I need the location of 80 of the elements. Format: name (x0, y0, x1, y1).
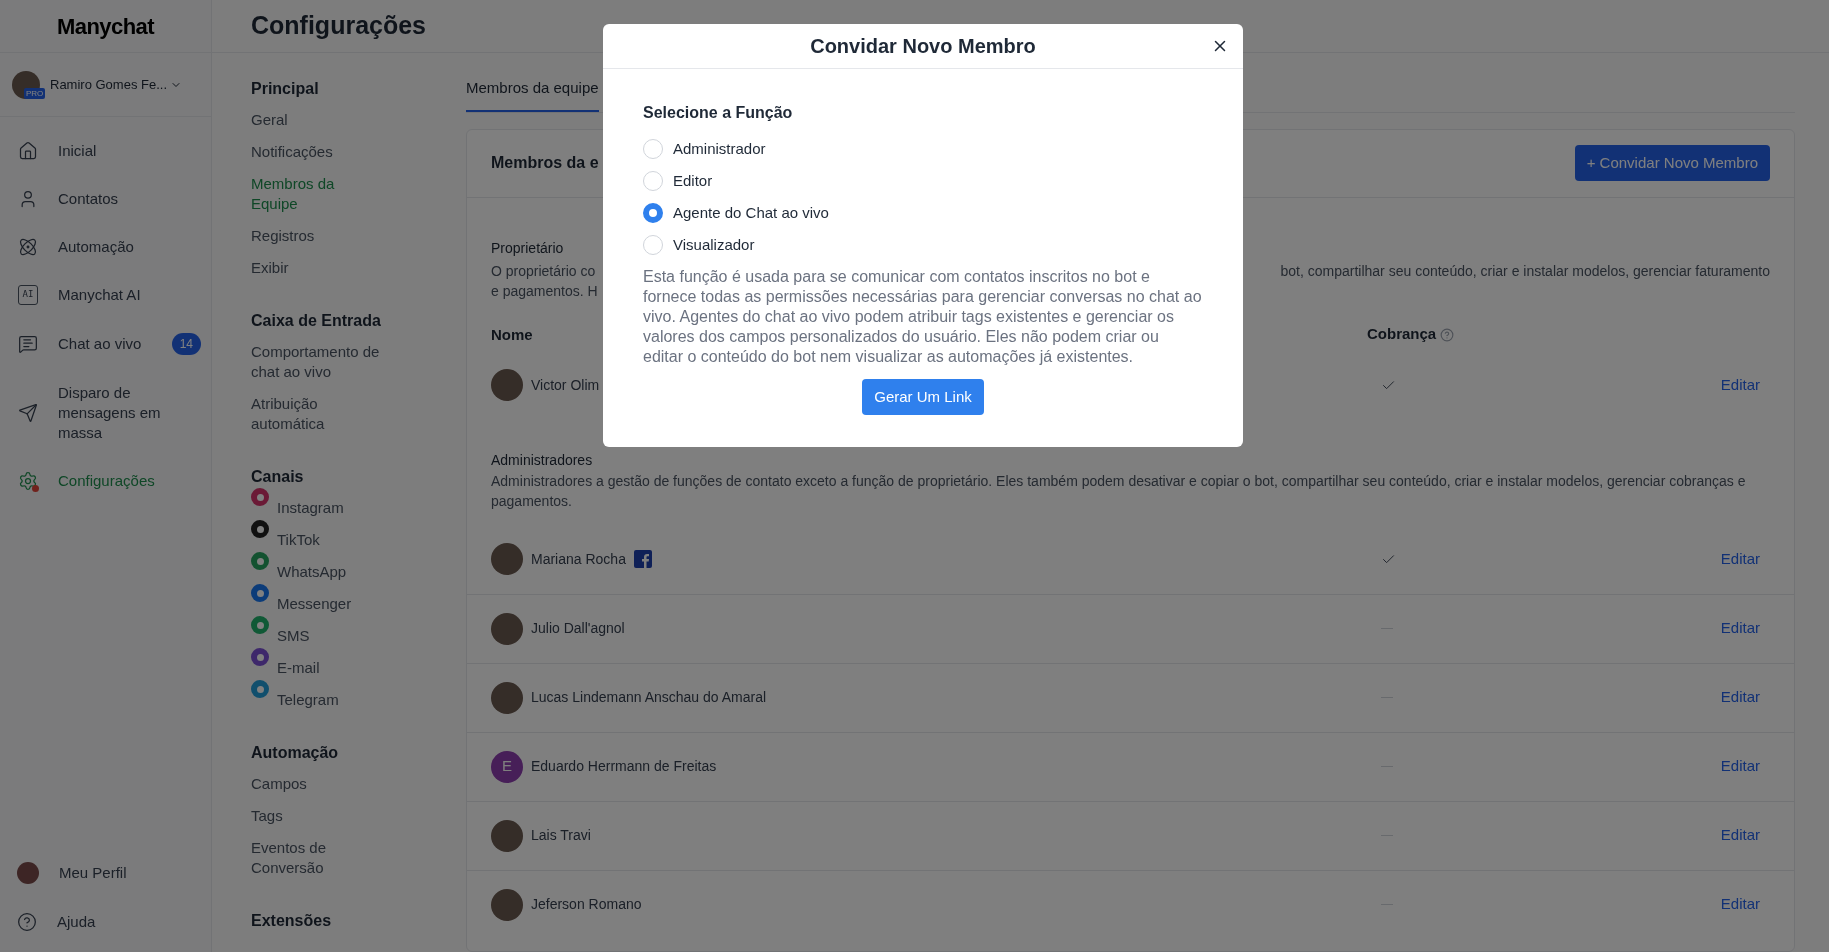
settings-link[interactable]: Tags (251, 803, 381, 829)
nav-item[interactable]: Configurações (0, 457, 211, 505)
section-heading: Principal (251, 79, 320, 99)
settings-link[interactable]: Exibir (251, 255, 381, 281)
avatar: E (491, 750, 523, 783)
description-text: O proprietário co (491, 261, 597, 281)
column-header: Nome (491, 325, 533, 343)
settings-link[interactable]: Telegram (251, 687, 381, 713)
section-heading: Selecione a Função (643, 103, 794, 123)
member-name: Lais Travi (531, 826, 591, 845)
edit-link[interactable]: Editar (1720, 686, 1760, 709)
section-heading: Canais (251, 467, 305, 487)
column-header: Cobrança (1367, 324, 1437, 345)
member-name: Jeferson Romano (531, 895, 642, 914)
nav-item[interactable]: Chat ao vivo 14 (0, 319, 211, 369)
chat-bubble-icon (18, 334, 38, 354)
settings-link[interactable]: Registros (251, 223, 381, 249)
invite-button[interactable]: + Convidar Novo Membro (1574, 145, 1770, 181)
avatar (491, 369, 523, 401)
member-name: Mariana Rocha (531, 549, 626, 569)
settings-link[interactable]: Membros da Equipe (251, 171, 381, 217)
role-option[interactable]: Editor (643, 165, 1203, 197)
avatar (491, 888, 523, 921)
section-heading: Extensões (251, 911, 333, 931)
nav-item[interactable]: Automação (0, 223, 211, 271)
role-option[interactable]: Agente do Chat ao vivo (643, 197, 1203, 229)
nav-item[interactable]: AI Manychat AI (0, 271, 211, 319)
generate-link-button[interactable]: Gerar Um Link (862, 379, 984, 415)
section-heading: Administradores (491, 450, 593, 470)
settings-link[interactable]: Campos (251, 771, 381, 797)
section-heading: Proprietário (491, 238, 564, 258)
section-heading: Automação (251, 743, 340, 763)
help-icon (1440, 327, 1455, 342)
help-icon (17, 911, 37, 932)
edit-link[interactable]: Editar (1720, 373, 1760, 397)
account-switcher[interactable]: Ramiro Gomes Fe... (50, 74, 183, 95)
nav-item[interactable]: Meu Perfil (0, 849, 211, 898)
avatar (491, 819, 523, 852)
home-icon (18, 141, 38, 161)
atom-icon (18, 237, 38, 257)
settings-link[interactable]: Comportamento de chat ao vivo (251, 339, 381, 385)
card-title: Membros da e (491, 153, 599, 173)
plan-badge: PRO (24, 87, 46, 99)
nav-item[interactable]: Contatos (0, 175, 211, 223)
edit-link[interactable]: Editar (1720, 755, 1760, 778)
member-name: Lucas Lindemann Anschau do Amaral (531, 688, 767, 707)
nav-item[interactable]: Ajuda (0, 897, 211, 946)
ai-icon: AI (18, 285, 38, 305)
avatar (491, 543, 523, 575)
description-text: bot, compartilhar seu conteúdo, criar e instalar modelos, gerenciar faturamento (1280, 261, 1770, 281)
edit-link[interactable]: Editar (1720, 824, 1760, 847)
avatar (491, 612, 523, 645)
settings-icon (18, 471, 38, 491)
logo[interactable]: Manychat (56, 9, 155, 43)
settings-link[interactable]: Notificações (251, 139, 381, 165)
role-option[interactable]: Visualizador (643, 229, 1203, 261)
avatar (491, 681, 523, 714)
edit-link[interactable]: Editar (1720, 617, 1760, 640)
role-option[interactable]: Administrador (643, 133, 1203, 165)
paper-plane-icon (18, 403, 38, 423)
nav-item[interactable]: Disparo de mensagens em massa (0, 369, 211, 457)
count-badge: 14 (171, 333, 201, 355)
page-title: Configurações (251, 10, 427, 42)
edit-link[interactable]: Editar (1720, 547, 1760, 571)
description-text: Administradores a gestão de funções de contato exceto a função de proprietário. Eles também podem desativar e copiar o bot, compartilhar seu conteúdo, criar e instalar modelos, gerenciar cobranças e pagamentos. (491, 471, 1747, 511)
member-name: Julio Dall'agnol (531, 619, 625, 638)
tab[interactable]: Membros da equipe (466, 77, 599, 112)
nav-item[interactable]: Inicial (0, 127, 211, 175)
avatar (17, 862, 39, 885)
dialog-title: Convidar Novo Membro (810, 34, 1036, 59)
member-name: Victor Olim (531, 375, 600, 395)
settings-link[interactable]: Eventos de Conversão (251, 835, 381, 881)
section-heading: Caixa de Entrada (251, 311, 382, 331)
role-description: Esta função é usada para se comunicar com contatos inscritos no bot e fornece todas as permissões necessárias para gerenciar conversas no chat ao vivo. Agentes do chat ao vivo podem atribuir tags existentes e gerenciar os valores dos campos personalizados do usuário. Eles não podem criar ou editar o conteúdo do bot nem visualizar as automações já existentes. (643, 267, 1203, 367)
member-name: Eduardo Herrmann de Freitas (531, 757, 717, 776)
edit-link[interactable]: Editar (1720, 893, 1760, 916)
radio-button[interactable] (643, 203, 663, 223)
settings-link[interactable]: Atribuição automática (251, 391, 381, 437)
settings-link[interactable]: Geral (251, 107, 381, 133)
description-text: e pagamentos. H (491, 281, 598, 301)
